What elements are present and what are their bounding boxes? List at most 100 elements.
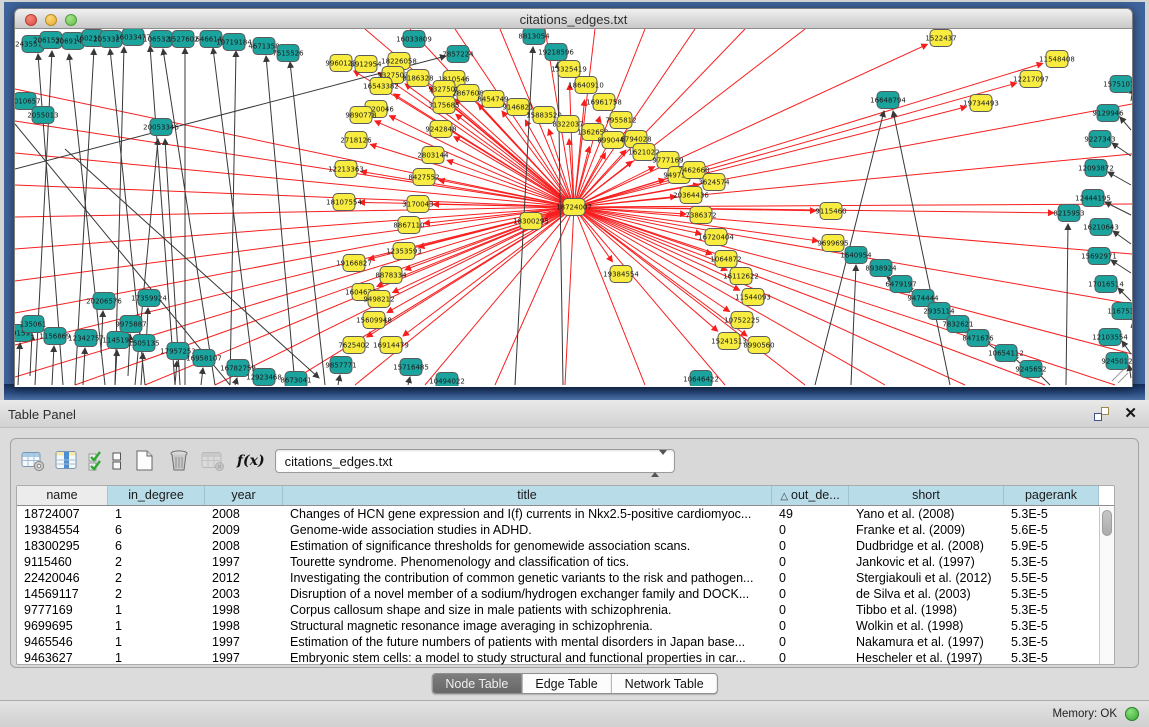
network-window-titlebar[interactable]: citations_edges.txt — [14, 8, 1133, 29]
table-row[interactable]: 1938455462009Genome-wide association stu… — [17, 522, 1114, 538]
column-header-in_degree[interactable]: in_degree — [108, 486, 205, 505]
function-builder-icon[interactable]: f(x) — [237, 453, 265, 469]
graph-node-label: 19166827 — [336, 260, 372, 268]
graph-node-label: 16782759 — [220, 365, 256, 373]
graph-node-label: 19218596 — [538, 49, 574, 57]
table-row[interactable]: 1830029562008Estimation of significance … — [17, 538, 1114, 554]
table-column-icon[interactable] — [53, 448, 81, 474]
graph-node-label: 9129946 — [1092, 110, 1124, 118]
select-columns-icon[interactable] — [87, 448, 103, 474]
table-row[interactable]: 1456911722003Disruption of a novel membe… — [17, 586, 1114, 602]
graph-node-label: 7462660 — [678, 167, 709, 175]
graph-node-label: 8427552 — [408, 174, 439, 182]
graph-edge — [230, 51, 236, 385]
graph-node-label: 16958107 — [186, 355, 222, 363]
table-cell: 5.3E-5 — [1004, 618, 1099, 634]
graph-node-label: 12103554 — [1092, 334, 1128, 342]
graph-node-label: 135061 — [20, 321, 47, 329]
column-header-year[interactable]: year — [205, 486, 283, 505]
table-cell: 2 — [108, 570, 205, 586]
column-header-pagerank[interactable]: pagerank — [1004, 486, 1099, 505]
graph-edge — [570, 84, 574, 207]
table-cell: 9777169 — [17, 602, 108, 618]
table-scrollbar[interactable] — [1099, 507, 1114, 664]
table-cell: Changes of HCN gene expression and I(f) … — [283, 506, 772, 522]
table-cell: Hescheler et al. (1997) — [849, 650, 1004, 666]
column-header-title[interactable]: title — [283, 486, 772, 505]
graph-node-label: 6794028 — [620, 136, 651, 144]
graph-node-label: 6479197 — [885, 281, 916, 289]
table-cell: de Silva et al. (2003) — [849, 586, 1004, 602]
table-cell: 2008 — [205, 538, 283, 554]
table-scrollbar-thumb[interactable] — [1102, 510, 1112, 536]
table-cell: 1 — [108, 618, 205, 634]
tab-edge-table[interactable]: Edge Table — [522, 674, 611, 693]
graph-node-label: 9474444 — [907, 295, 939, 303]
tab-network-table[interactable]: Network Table — [612, 674, 717, 693]
table-cell: 5.3E-5 — [1004, 554, 1099, 570]
table-row[interactable]: 1872400712008Changes of HCN gene express… — [17, 506, 1114, 522]
graph-edge — [1108, 172, 1131, 185]
table-row[interactable]: 977716911998Corpus callosum shape and si… — [17, 602, 1114, 618]
table-cell: Nakamura et al. (1997) — [849, 634, 1004, 650]
graph-node-label: 7625402 — [338, 342, 369, 350]
delete-rows-icon[interactable] — [165, 448, 193, 474]
graph-node-label: 16961758 — [586, 99, 622, 107]
table-row[interactable]: 946554611997Estimation of the future num… — [17, 634, 1114, 650]
graph-node-label: 8867110 — [393, 222, 424, 230]
graph-edge — [338, 375, 340, 385]
status-bar: Memory: OK — [0, 700, 1149, 727]
table-cell: 5.3E-5 — [1004, 506, 1099, 522]
table-cell: 0 — [772, 618, 849, 634]
graph-node-label: 12444195 — [1075, 195, 1111, 203]
new-table-icon[interactable] — [131, 448, 159, 474]
graph-node-label: 10719184 — [216, 39, 252, 47]
close-panel-icon[interactable]: ✕ — [1124, 404, 1137, 422]
graph-node-label: 7515526 — [272, 50, 304, 58]
graph-node-label: 9699695 — [817, 240, 848, 248]
graph-node-label: 3624574 — [698, 179, 730, 187]
graph-node-label: 12093872 — [1078, 165, 1114, 173]
table-cell: 0 — [772, 650, 849, 666]
table-panel-titlebar: Table Panel ✕ — [0, 400, 1149, 428]
graph-node-label: 8454749 — [477, 96, 508, 104]
citation-graph[interactable]: 2435572420615397206914061602150620533277… — [15, 29, 1132, 386]
graph-node-label: 8215953 — [1053, 210, 1084, 218]
graph-edge — [893, 111, 950, 385]
table-row[interactable]: 946362711997Embryonic stem cells: a mode… — [17, 650, 1114, 666]
graph-node-label: 8938924 — [865, 265, 897, 273]
float-panel-icon[interactable] — [1094, 407, 1109, 421]
dropdown-arrows-icon — [651, 455, 667, 473]
graph-node-label: 12923468 — [246, 374, 282, 382]
graph-node-label: 16033809 — [396, 36, 432, 44]
table-settings-icon[interactable] — [19, 448, 47, 474]
table-selector-dropdown[interactable]: citations_edges.txt — [275, 449, 675, 473]
delete-table-icon[interactable] — [199, 448, 227, 474]
column-header-out_de[interactable]: △out_de... — [772, 486, 849, 505]
table-row[interactable]: 2242004622012Investigating the contribut… — [17, 570, 1114, 586]
table-cell: Tourette syndrome. Phenomenology and cla… — [283, 554, 772, 570]
graph-node-label: 1621022 — [628, 149, 659, 157]
graph-node-label: 20053346 — [143, 124, 179, 132]
table-body: 1872400712008Changes of HCN gene express… — [17, 506, 1114, 666]
tab-node-table[interactable]: Node Table — [432, 674, 522, 693]
graph-node-label: 7386372 — [685, 212, 716, 220]
column-header-name[interactable]: name — [17, 486, 108, 505]
graph-node-label: 10494022 — [429, 378, 465, 386]
table-row[interactable]: 969969511998Structural magnetic resonanc… — [17, 618, 1114, 634]
graph-node-label: 8990560 — [743, 342, 774, 350]
table-cell: 0 — [772, 554, 849, 570]
network-canvas[interactable]: 2435572420615397206914061602150620533277… — [14, 29, 1133, 387]
graph-node-label: 19384554 — [603, 271, 639, 279]
table-panel-title: Table Panel — [8, 407, 76, 422]
table-cell: 1 — [108, 602, 205, 618]
graph-node-label: 9498212 — [363, 296, 394, 304]
column-header-short[interactable]: short — [849, 486, 1004, 505]
graph-edge — [266, 56, 295, 385]
table-row[interactable]: 911546021997Tourette syndrome. Phenomeno… — [17, 554, 1114, 570]
graph-node-label: 1064872 — [710, 256, 741, 264]
row-height-icon[interactable] — [109, 448, 125, 474]
graph-node-label: 1505135 — [128, 340, 159, 348]
graph-node-label: 16112622 — [723, 273, 759, 281]
graph-node-label: 2010657 — [15, 98, 41, 106]
